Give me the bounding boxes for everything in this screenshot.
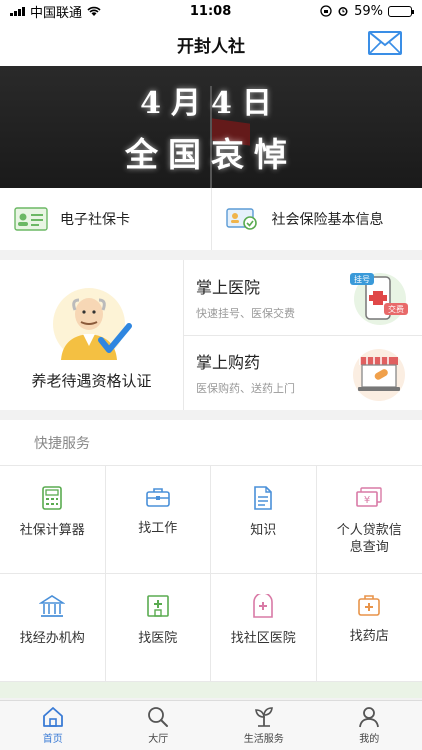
hospital-icon bbox=[146, 595, 169, 617]
tab-mine[interactable]: 我的 bbox=[317, 701, 422, 750]
service-find-agency[interactable]: 找经办机构 bbox=[0, 574, 106, 682]
sprout-icon bbox=[254, 707, 273, 727]
loan-icon: ¥ bbox=[356, 487, 382, 507]
clinic-icon bbox=[253, 594, 274, 618]
card-row: 电子社保卡 社会保险基本信息 bbox=[0, 188, 422, 250]
battery-icon bbox=[388, 5, 414, 17]
mobile-hospital-title: 掌上医院 bbox=[196, 277, 261, 297]
status-bar: 中国联通 11:08 59% bbox=[0, 0, 422, 22]
wifi-icon bbox=[87, 6, 101, 16]
svg-text:¥: ¥ bbox=[364, 495, 370, 506]
elderly-person-check-icon bbox=[52, 287, 132, 360]
tab-life-services[interactable]: 生活服务 bbox=[211, 701, 317, 750]
social-card-label: 电子社保卡 bbox=[60, 212, 130, 228]
service-find-job[interactable]: 找工作 bbox=[105, 466, 211, 574]
briefcase-icon bbox=[145, 488, 170, 507]
rotation-lock-icon bbox=[320, 5, 332, 17]
search-icon bbox=[148, 707, 169, 727]
mobile-hospital-button[interactable]: 掌上医院 快速挂号、医保交费 挂号 交费 bbox=[184, 260, 422, 335]
tab-hall[interactable]: 大厅 bbox=[106, 701, 212, 750]
tab-label: 我的 bbox=[359, 734, 380, 745]
banner-date: 4月4日 bbox=[140, 86, 282, 121]
register-badge: 挂号 bbox=[354, 274, 370, 284]
insurance-info-icon bbox=[225, 208, 257, 230]
payment-badge: 交费 bbox=[388, 304, 404, 314]
service-calculator[interactable]: 社保计算器 bbox=[0, 466, 106, 574]
calculator-icon bbox=[42, 486, 63, 510]
page-title: 开封人社 bbox=[177, 36, 245, 57]
document-icon bbox=[254, 486, 273, 510]
mail-icon[interactable] bbox=[368, 31, 402, 55]
social-card-button[interactable]: 电子社保卡 bbox=[0, 188, 211, 250]
banner-headline: 全国哀悼 bbox=[125, 135, 297, 174]
content-divider bbox=[0, 682, 422, 698]
pharmacy-shop-icon bbox=[353, 348, 405, 401]
user-icon bbox=[359, 707, 380, 728]
feature-block: 养老待遇资格认证 掌上医院 快速挂号、医保交费 挂号 交费 掌上购药 医保购药、… bbox=[0, 260, 422, 410]
service-label: 个人贷款信息查询 bbox=[336, 523, 402, 555]
home-icon bbox=[42, 707, 63, 727]
tab-bar: 首页 大厅 生活服务 我的 bbox=[0, 700, 422, 750]
mobile-pharmacy-subtitle: 医保购药、送药上门 bbox=[196, 382, 295, 396]
nav-bar: 开封人社 bbox=[0, 22, 422, 66]
pharmacy-icon bbox=[358, 595, 381, 616]
service-find-pharmacy[interactable]: 找药店 bbox=[316, 574, 422, 682]
tab-home[interactable]: 首页 bbox=[0, 701, 106, 750]
tab-label: 首页 bbox=[42, 734, 63, 745]
quick-services-header: 快捷服务 bbox=[0, 420, 422, 466]
insurance-info-label: 社会保险基本信息 bbox=[271, 212, 384, 228]
hospital-phone-icon: 挂号 交费 bbox=[350, 273, 408, 326]
service-label: 找经办机构 bbox=[19, 631, 85, 646]
pension-certification-button[interactable]: 养老待遇资格认证 bbox=[0, 260, 184, 410]
tab-label: 大厅 bbox=[148, 734, 169, 745]
id-card-icon bbox=[14, 207, 48, 231]
service-label: 找药店 bbox=[349, 629, 389, 644]
service-find-hospital[interactable]: 找医院 bbox=[105, 574, 211, 682]
service-label: 找工作 bbox=[138, 521, 178, 536]
service-find-clinic[interactable]: 找社区医院 bbox=[211, 574, 317, 682]
mobile-pharmacy-button[interactable]: 掌上购药 医保购药、送药上门 bbox=[184, 334, 422, 411]
pension-certification-label: 养老待遇资格认证 bbox=[31, 371, 152, 390]
battery-percent: 59% bbox=[354, 3, 383, 19]
signal-icon bbox=[10, 6, 25, 16]
status-time: 11:08 bbox=[189, 3, 232, 19]
service-label: 找医院 bbox=[138, 631, 178, 646]
carrier-name: 中国联通 bbox=[30, 5, 83, 21]
mourning-banner[interactable]: 4月4日 全国哀悼 bbox=[0, 66, 422, 188]
quick-services: 快捷服务 社保计算器 找工作 知识 ¥ 个人贷款信息查询 找经办机构 找医院 找… bbox=[0, 420, 422, 698]
tab-label: 生活服务 bbox=[243, 734, 284, 745]
alarm-icon bbox=[338, 7, 348, 16]
service-label: 知识 bbox=[250, 523, 277, 538]
service-knowledge[interactable]: 知识 bbox=[211, 466, 317, 574]
building-icon bbox=[39, 595, 66, 617]
service-label: 社保计算器 bbox=[19, 523, 85, 538]
service-loan-query[interactable]: ¥ 个人贷款信息查询 bbox=[316, 466, 422, 574]
service-label: 找社区医院 bbox=[230, 631, 296, 646]
mobile-hospital-subtitle: 快速挂号、医保交费 bbox=[196, 306, 295, 320]
insurance-info-button[interactable]: 社会保险基本信息 bbox=[210, 188, 422, 250]
mobile-pharmacy-title: 掌上购药 bbox=[196, 353, 261, 373]
